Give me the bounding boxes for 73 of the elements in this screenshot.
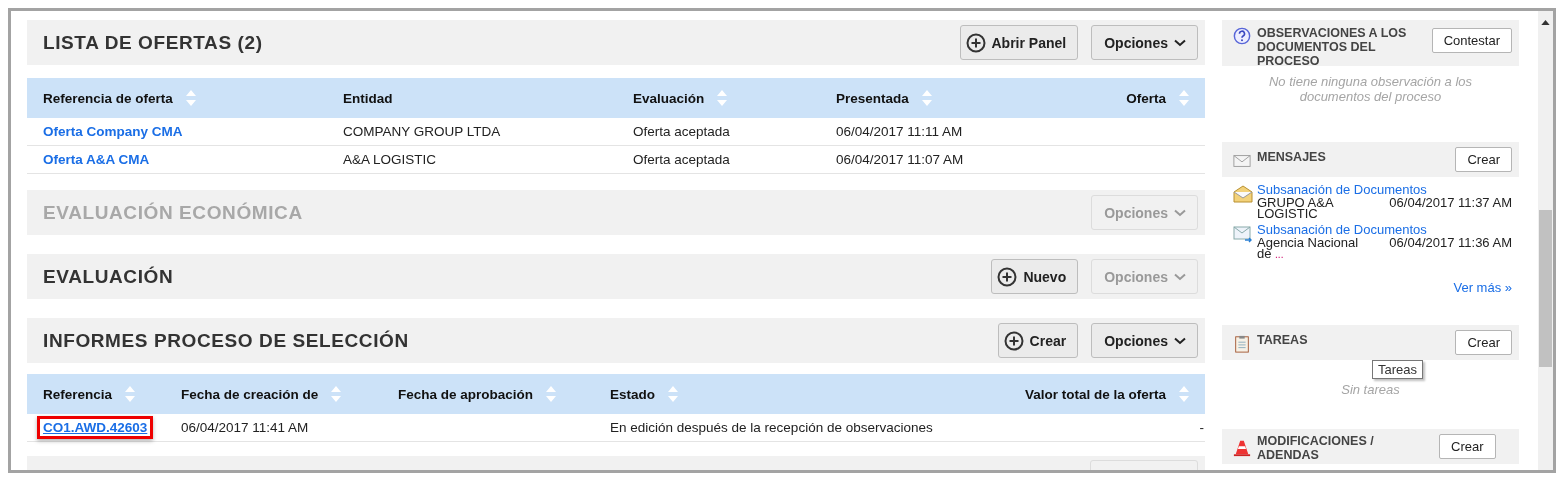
see-more-link[interactable]: Ver más » bbox=[1453, 280, 1512, 295]
create-button[interactable]: Crear bbox=[1455, 330, 1512, 355]
panel-title: MENSAJES bbox=[1257, 149, 1327, 164]
column-header[interactable]: Presentada bbox=[836, 90, 909, 106]
empty-message: No tiene ninguna observación a los documentos del proceso bbox=[1267, 73, 1474, 106]
tooltip: Tareas bbox=[1372, 360, 1424, 379]
message-sender: Agencia Nacional de ... bbox=[1257, 237, 1360, 260]
column-header[interactable]: Oferta bbox=[1126, 90, 1166, 106]
plus-circle-icon bbox=[1003, 330, 1024, 351]
question-icon bbox=[1233, 27, 1251, 45]
section-title: INFORMES PROCESO DE SELECCIÓN bbox=[43, 329, 409, 352]
envelope-icon bbox=[1233, 152, 1251, 170]
sort-icon[interactable] bbox=[1178, 385, 1190, 403]
add-button[interactable]: Abrir Panel bbox=[959, 25, 1079, 60]
message-date: 06/04/2017 11:37 AM bbox=[1389, 197, 1512, 212]
column-header[interactable]: Evaluación bbox=[633, 90, 705, 106]
sort-icon[interactable] bbox=[330, 385, 343, 403]
table-cell: Oferta aceptada bbox=[633, 124, 730, 139]
column-header[interactable]: Fecha de creación de bbox=[181, 386, 319, 402]
chevron-down-icon bbox=[1174, 272, 1186, 281]
message-subject-link[interactable]: Subsanación de Documentos bbox=[1257, 183, 1512, 197]
column-header[interactable]: Referencia bbox=[43, 386, 113, 402]
section-title: EVALUACIÓN bbox=[43, 265, 174, 288]
table-cell: Oferta aceptada bbox=[633, 152, 730, 167]
reply-button[interactable]: Contestar bbox=[1431, 28, 1512, 53]
section-title: LISTA DE OFERTAS (2) bbox=[43, 31, 263, 54]
table-cell: COMPANY GROUP LTDA bbox=[343, 124, 501, 139]
create-button[interactable]: Crear bbox=[1439, 434, 1496, 459]
table-cell: 06/04/2017 11:11 AM bbox=[836, 124, 963, 139]
message-sender: GRUPO A&A LOGISTIC bbox=[1257, 197, 1335, 219]
traffic-cone-icon bbox=[1233, 439, 1251, 457]
sort-icon[interactable] bbox=[920, 89, 933, 107]
options-button[interactable]: Opciones bbox=[1091, 323, 1198, 358]
reference-link[interactable]: CO1.AWD.42603 bbox=[43, 420, 148, 435]
add-button[interactable]: Nuevo bbox=[991, 259, 1079, 294]
scrollbar-thumb[interactable] bbox=[1539, 210, 1552, 367]
sort-icon[interactable] bbox=[716, 89, 729, 107]
add-button[interactable]: Crear bbox=[997, 323, 1079, 358]
column-header[interactable]: Fecha de aprobación bbox=[398, 386, 534, 402]
panel-title: MODIFICACIONES / ADENDAS bbox=[1257, 432, 1375, 462]
table-cell: 06/04/2017 11:41 AM bbox=[181, 420, 309, 435]
table-cell: En edición después de la recepción de observaciones bbox=[610, 420, 933, 435]
table-cell: 06/04/2017 11:07 AM bbox=[836, 152, 964, 167]
sort-icon[interactable] bbox=[124, 385, 137, 403]
sort-icon[interactable] bbox=[545, 385, 558, 403]
options-button[interactable]: Opciones bbox=[1091, 25, 1198, 60]
panel-title: OBSERVACIONES A LOS DOCUMENTOS DEL PROCESO bbox=[1257, 25, 1408, 68]
chevron-down-icon bbox=[1174, 208, 1186, 217]
table-cell: A&A LOGISTIC bbox=[343, 152, 437, 167]
chevron-down-icon bbox=[1174, 336, 1186, 345]
open-envelope-icon bbox=[1233, 185, 1253, 203]
empty-message: Sin tareas bbox=[1340, 382, 1401, 397]
plus-circle-icon bbox=[997, 266, 1018, 287]
reference-link[interactable]: Oferta A&A CMA bbox=[43, 152, 150, 167]
sort-icon[interactable] bbox=[184, 89, 197, 107]
sort-icon[interactable] bbox=[1178, 89, 1190, 107]
plus-circle-icon bbox=[965, 32, 986, 53]
column-header: Entidad bbox=[343, 90, 393, 106]
reference-link[interactable]: Oferta Company CMA bbox=[43, 124, 183, 139]
scrollbar[interactable] bbox=[1538, 11, 1553, 470]
chevron-down-icon bbox=[1174, 38, 1186, 47]
scroll-up-icon[interactable] bbox=[1541, 20, 1550, 25]
column-header[interactable]: Estado bbox=[610, 386, 655, 402]
message-date: 06/04/2017 11:36 AM bbox=[1389, 237, 1512, 252]
panel-title: TAREAS bbox=[1257, 332, 1309, 347]
message-subject-link[interactable]: Subsanación de Documentos bbox=[1257, 223, 1512, 237]
clipboard-icon bbox=[1233, 335, 1251, 353]
create-button[interactable]: Crear bbox=[1455, 147, 1512, 172]
sort-icon[interactable] bbox=[667, 385, 679, 403]
table-cell: - bbox=[1199, 420, 1204, 435]
column-header[interactable]: Referencia de oferta bbox=[43, 90, 173, 106]
section-title: EVALUACIÓN ECONÓMICA bbox=[43, 201, 303, 224]
column-header[interactable]: Valor total de la oferta bbox=[1024, 386, 1166, 402]
